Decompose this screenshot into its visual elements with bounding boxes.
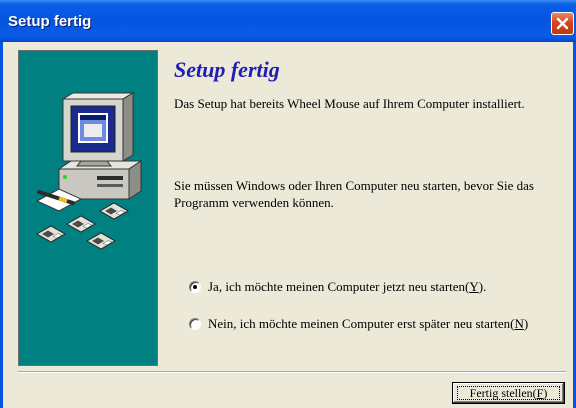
finish-button[interactable]: Fertig stellen(F): [452, 382, 565, 404]
option-label-text: Nein, ich möchte meinen Computer erst sp…: [208, 316, 515, 331]
option-label-text: ).: [478, 279, 487, 294]
drive-slot: [97, 184, 123, 187]
restart-message-line-1: Sie müssen Windows oder Ihren Computer n…: [174, 178, 534, 193]
close-icon: [556, 17, 569, 30]
floppy-disk-icon: [98, 202, 130, 220]
monitor-top: [61, 92, 135, 100]
accelerator-key: Y: [469, 279, 479, 294]
accelerator-key: N: [514, 316, 524, 331]
page-heading: Setup fertig: [174, 57, 280, 82]
finish-label-text: Fertig stellen(: [469, 386, 537, 400]
option-label-text: Ja, ich möchte meinen Computer jetzt neu…: [208, 279, 470, 294]
installed-message: Das Setup hat bereits Wheel Mouse auf Ih…: [174, 96, 525, 111]
monitor-side: [122, 92, 134, 162]
finish-label-text: ): [543, 386, 548, 400]
window-border-left: [0, 42, 3, 408]
option-restart-now[interactable]: Ja, ich möchte meinen Computer jetzt neu…: [186, 278, 556, 296]
radio-restart-now[interactable]: [189, 281, 201, 293]
option-label-text: ): [523, 316, 529, 331]
restart-message-line-2: Programm verwenden können.: [174, 195, 334, 210]
close-button[interactable]: [551, 12, 574, 35]
pen-grip: [58, 196, 68, 203]
finish-button-label: Fertig stellen(F): [453, 383, 564, 403]
footer-separator: [18, 371, 566, 373]
power-led: [63, 175, 67, 179]
computer-icon: [57, 160, 143, 200]
option-restart-now-label[interactable]: Ja, ich möchte meinen Computer jetzt neu…: [208, 278, 486, 296]
title-bar[interactable]: Setup fertig: [0, 0, 576, 42]
option-restart-later[interactable]: Nein, ich möchte meinen Computer erst sp…: [186, 315, 556, 333]
option-restart-later-label[interactable]: Nein, ich möchte meinen Computer erst sp…: [208, 315, 528, 333]
setup-dialog: Setup fertig Setup fertig Das Setup hat …: [0, 0, 576, 408]
floppy-disk-icon: [85, 232, 117, 250]
window-title: Setup fertig: [8, 13, 92, 30]
monitor-stand: [75, 160, 113, 167]
radio-restart-later[interactable]: [189, 318, 201, 330]
drive-slot: [97, 176, 123, 180]
setup-illustration: [35, 92, 143, 250]
monitor-icon: [61, 92, 135, 162]
screen-window-titlebar: [80, 115, 106, 120]
floppy-disk-icon: [65, 215, 97, 233]
illustration-panel: [18, 50, 158, 366]
screen-window-content: [84, 124, 102, 137]
floppy-disk-icon: [35, 225, 67, 243]
